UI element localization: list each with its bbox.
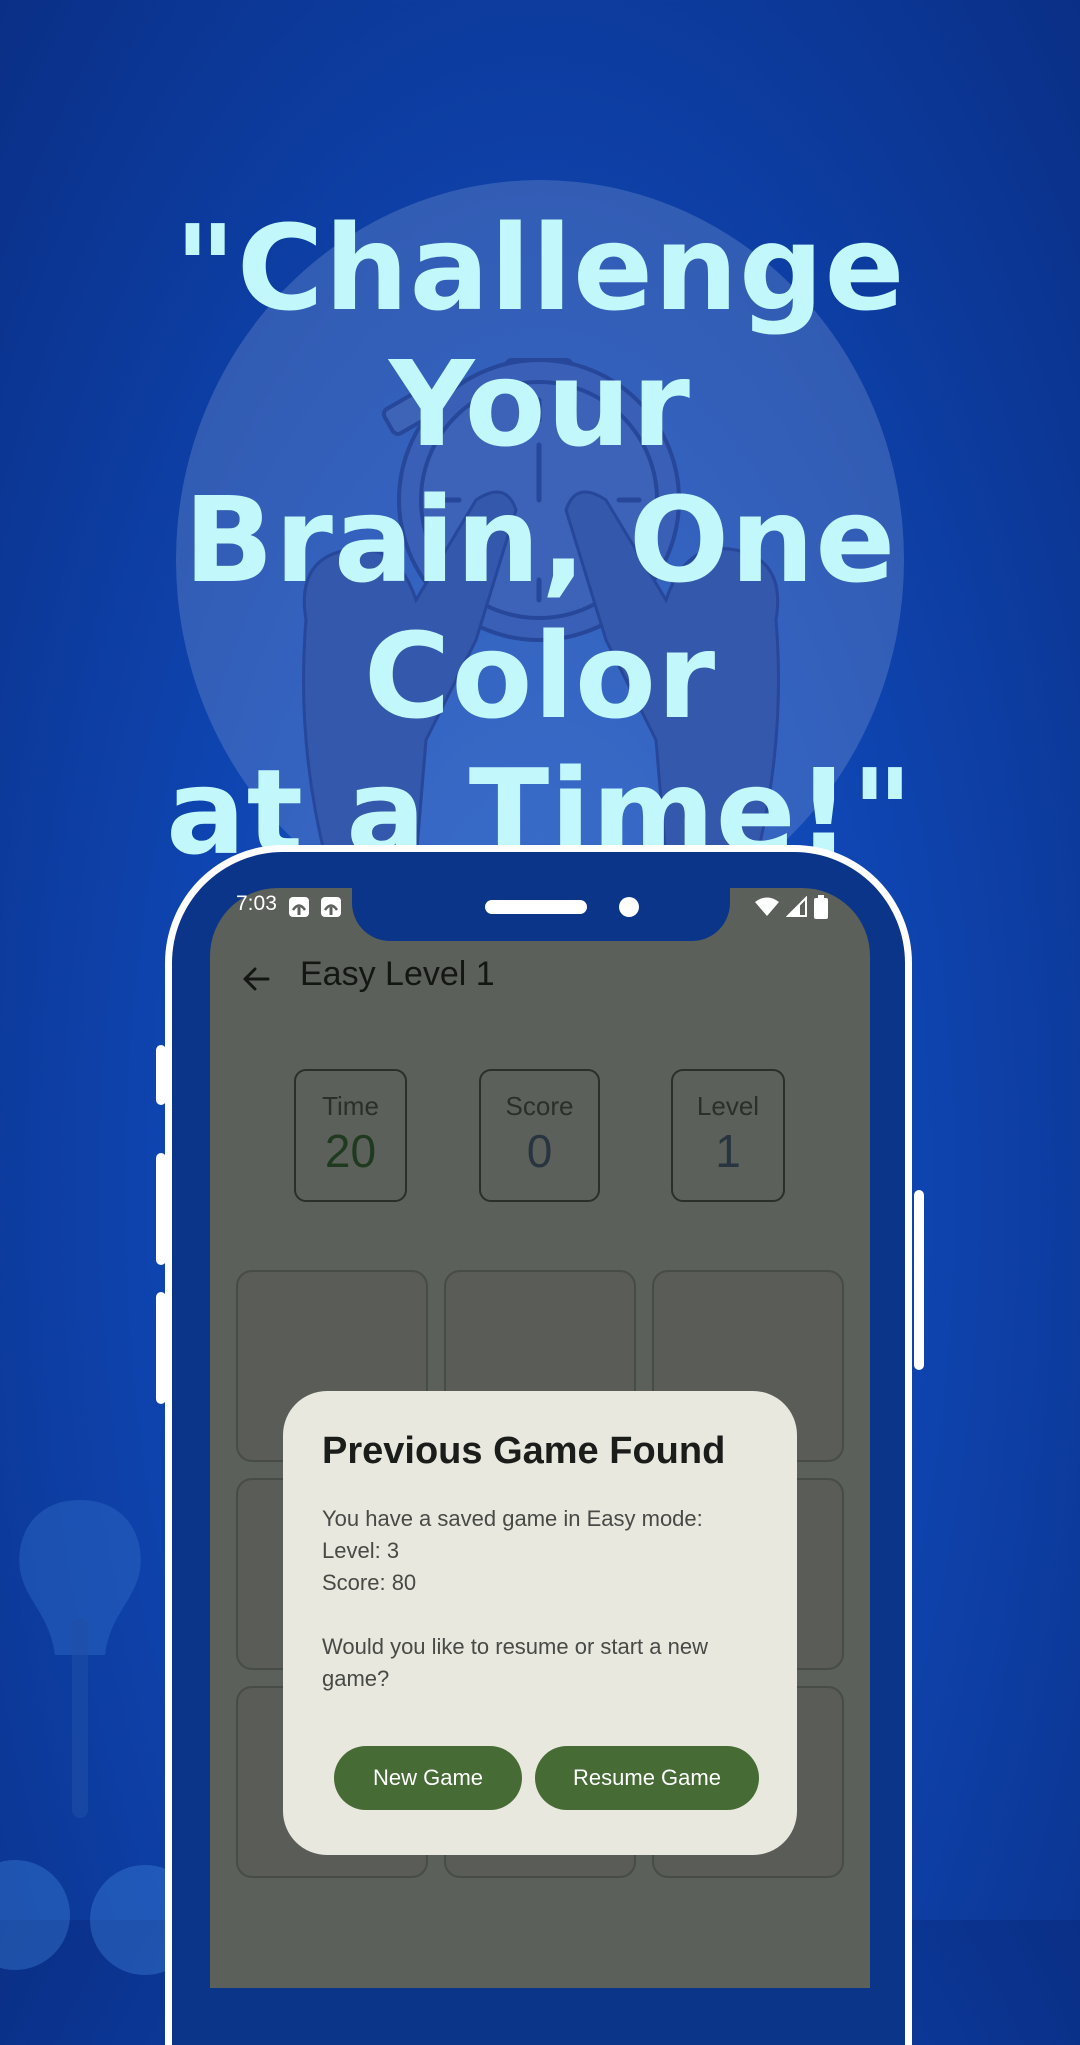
dialog-text-saved-game: You have a saved game in Easy mode:: [322, 1506, 703, 1531]
notification-icon: [289, 897, 309, 917]
score-label: Score: [505, 1091, 574, 1121]
wifi-icon: [755, 897, 779, 916]
score-stat-card: Score 0: [479, 1069, 600, 1202]
level-stat-card: Level 1: [671, 1069, 785, 1202]
headline-line-1: "Challenge Your: [174, 199, 906, 473]
phone-side-button: [156, 1153, 166, 1265]
dialog-text-question: Would you like to resume or start a new …: [322, 1634, 708, 1691]
dialog-text-level: Level: 3: [322, 1538, 400, 1563]
phone-side-button: [156, 1045, 166, 1105]
phone-side-button: [914, 1190, 924, 1370]
time-label: Time: [322, 1091, 379, 1121]
new-game-button[interactable]: New Game: [334, 1746, 522, 1810]
dialog-message: You have a saved game in Easy mode: Leve…: [322, 1503, 758, 1695]
speaker-icon: [485, 900, 587, 914]
resume-game-button[interactable]: Resume Game: [535, 1746, 759, 1810]
dialog-title: Previous Game Found: [322, 1430, 726, 1472]
headline-line-2: Brain, One Color: [183, 471, 897, 745]
status-system-icons: [754, 895, 828, 919]
status-time: 7:03: [236, 892, 277, 915]
cellular-signal-icon: [786, 896, 807, 917]
phone-side-button: [156, 1292, 166, 1404]
decorative-blob: [0, 1860, 70, 1970]
promo-headline: "Challenge Your Brain, One Color at a Ti…: [40, 200, 1040, 880]
time-stat-card: Time 20: [294, 1069, 407, 1202]
page-title: Easy Level 1: [300, 955, 495, 993]
dialog-text-score: Score: 80: [322, 1570, 417, 1595]
notification-icon: [321, 897, 341, 917]
level-label: Level: [696, 1091, 760, 1121]
back-arrow-icon[interactable]: [240, 963, 272, 995]
level-value: 1: [715, 1125, 741, 1177]
status-notification-icons: [288, 896, 342, 918]
score-value: 0: [526, 1125, 553, 1177]
lightbulb-icon: [19, 1500, 141, 1818]
time-value: 20: [324, 1125, 377, 1177]
battery-icon: [814, 895, 828, 919]
camera-icon: [619, 897, 639, 917]
